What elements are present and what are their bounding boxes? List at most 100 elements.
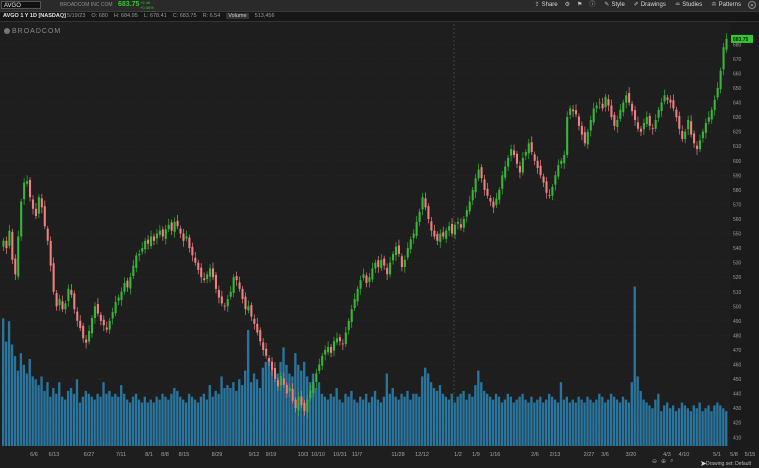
last-price: 683.75 [118, 1, 140, 8]
close-icon[interactable]: ✕ [748, 1, 756, 9]
candle-body [49, 240, 52, 266]
candle-body [577, 116, 580, 126]
candle-body [592, 108, 595, 123]
candle-body [152, 236, 156, 241]
volume-bar [595, 399, 598, 446]
info-icon[interactable]: ⓘ [589, 1, 595, 10]
candle-body [515, 153, 519, 164]
candle-body [574, 110, 578, 115]
volume-bar [645, 402, 648, 446]
candle-body [31, 199, 35, 209]
volume-bar [223, 388, 226, 446]
volume-bar [49, 396, 52, 446]
volume-bar [385, 373, 389, 446]
volume-bar [241, 385, 244, 446]
drawings-label: Drawings [640, 2, 666, 8]
candle-body [90, 317, 94, 334]
volume-bar [671, 405, 675, 446]
candle-body [5, 240, 8, 249]
volume-bar [220, 376, 223, 446]
candle-body [220, 296, 223, 304]
volume-bar [376, 399, 380, 446]
volume-bar [447, 399, 450, 446]
volume-bar [562, 399, 566, 446]
volume-bar [176, 390, 179, 446]
volume-bar [438, 385, 442, 446]
price-chart[interactable]: 410 420 430 440 450 460 470 480 490 500 510 520 530 5… [0, 22, 759, 468]
candle-body [607, 99, 610, 106]
candle-body [392, 253, 395, 261]
symbol-input[interactable]: AVGO [1, 1, 41, 9]
style-button[interactable]: ✎ Style [604, 1, 624, 10]
volume-bar [282, 347, 285, 446]
volume-bar [66, 390, 70, 446]
volume-bar [131, 396, 135, 446]
volume-bar [320, 393, 324, 446]
candle-body [462, 218, 465, 228]
volume-bar [668, 408, 672, 446]
candle-body [583, 132, 586, 144]
volume-bar [500, 402, 504, 446]
y-tick-label: 560 [733, 217, 742, 223]
volume-bar [391, 388, 394, 446]
top-toolbar: AVGO BROADCOM INC COM 683.75 +2.48 +0.36… [0, 0, 759, 15]
broadcom-logo: BROADCOM [4, 28, 61, 35]
volume-bar [553, 399, 557, 446]
candle-body [389, 262, 392, 275]
candle-body [34, 208, 37, 217]
volume-bar [58, 382, 61, 446]
volume-bar [636, 376, 639, 446]
candle-body [657, 109, 660, 118]
volume-bar [716, 402, 719, 446]
candle-body [722, 47, 725, 70]
volume-bar [642, 399, 645, 446]
candle-body [29, 179, 32, 198]
y-tick-label: 420 [733, 421, 742, 427]
volume-bar [509, 396, 512, 446]
volume-bar [518, 396, 521, 446]
magnifier-icon[interactable]: ⌕ [670, 458, 673, 465]
company-name: BROADCOM INC COM [60, 2, 113, 8]
drawing-set-label[interactable]: Drawing set: Default [706, 461, 751, 467]
volume-bar [365, 393, 368, 446]
volume-bar [22, 364, 26, 446]
y-tick-label: 480 [733, 333, 742, 339]
candle-body [719, 70, 722, 90]
volume-bar [232, 382, 235, 446]
candle-body [471, 189, 474, 201]
candle-body [321, 355, 324, 366]
y-tick-label: 680 [733, 42, 742, 48]
toolbar-actions: ⇪ Share ⚙ ⚑ ⓘ ✎ Style ✐ Drawings ♒ Studi… [526, 1, 741, 10]
share-button[interactable]: ⇪ Share [535, 1, 558, 10]
candle-body [191, 246, 194, 256]
volume-bar [397, 399, 400, 446]
candle-body [530, 142, 533, 153]
candle-body [492, 201, 495, 208]
flag-icon[interactable]: ⚑ [577, 1, 582, 10]
volume-bar [536, 399, 539, 446]
drawings-icon: ✐ [633, 2, 639, 8]
settings-icon[interactable]: ⚙ [565, 1, 570, 10]
volume-bar [488, 396, 492, 446]
volume-bar [28, 359, 31, 446]
volume-bar [418, 396, 421, 446]
candle-body [147, 239, 150, 244]
candle-body [654, 120, 657, 129]
volume-bar [353, 399, 356, 446]
volume-bar [114, 393, 117, 446]
y-tick-label: 670 [733, 57, 742, 63]
candle-body [445, 230, 448, 239]
y-tick-label: 440 [733, 392, 742, 398]
volume-bar [539, 396, 542, 446]
studies-button[interactable]: ♒ Studies [675, 1, 702, 10]
zoom-out-icon[interactable]: ⊖ [652, 458, 657, 465]
candle-body [129, 277, 132, 289]
x-tick-label: 8/15 [179, 452, 190, 458]
x-tick-label: 9/12 [249, 452, 260, 458]
candle-body [282, 378, 285, 385]
volume-bar [480, 382, 483, 446]
zoom-in-icon[interactable]: ⊕ [661, 458, 666, 465]
patterns-button[interactable]: ♔ Patterns [711, 1, 741, 10]
drawings-button[interactable]: ✐ Drawings [634, 1, 666, 10]
candle-body [120, 291, 123, 300]
